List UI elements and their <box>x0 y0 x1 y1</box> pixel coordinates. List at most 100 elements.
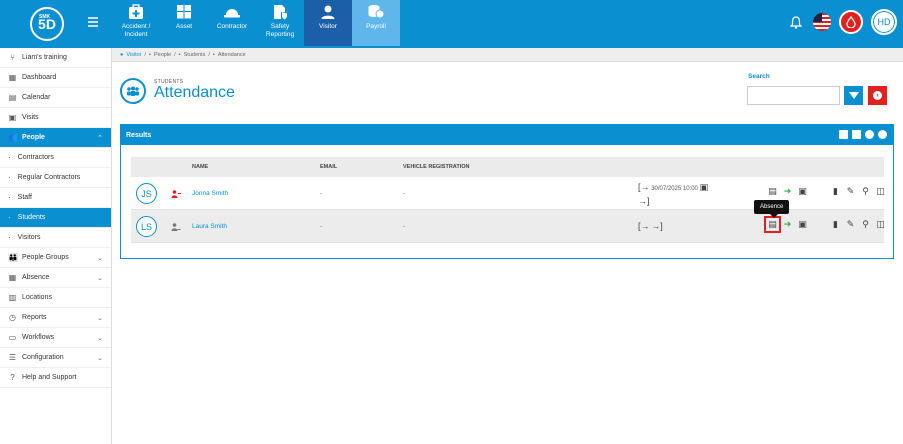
chevron-down-icon: ⌄ <box>97 314 103 322</box>
module-safety-reporting[interactable]: Safety Reporting <box>256 0 304 46</box>
menu-toggle-icon[interactable] <box>88 17 98 27</box>
sidebar-item-contractors[interactable]: · Contractors <box>0 148 111 168</box>
search-icon[interactable]: ⚲ <box>860 219 871 230</box>
first-aid-icon <box>127 3 145 21</box>
id-card-icon[interactable]: ▣ <box>797 186 808 197</box>
sign-out-icon: [→ <box>638 221 650 231</box>
sidebar-item-visits[interactable]: ▣ Visits <box>0 108 111 128</box>
delete-icon[interactable]: ▮ <box>830 186 841 197</box>
refresh-icon[interactable] <box>865 130 874 139</box>
top-bar: SMK 5D Accident / Incident Asset Contrac… <box>0 0 903 48</box>
bell-icon[interactable] <box>787 13 805 31</box>
person-signed-out-icon <box>171 223 181 233</box>
sidebar-item-label: People Groups <box>22 254 69 261</box>
table-header: NAME EMAIL VEHICLE REGISTRATION <box>131 157 884 177</box>
sidebar-item-calendar[interactable]: ▤ Calendar <box>0 88 111 108</box>
page-header: STUDENTS Attendance Search › <box>112 62 903 120</box>
bullet-icon: · <box>8 153 11 162</box>
breadcrumb-students[interactable]: Students <box>184 52 206 58</box>
student-email: - <box>320 190 323 197</box>
row-actions: ▤ ➔ ▣ ▮ ✎ ⚲ ◫ <box>764 216 886 233</box>
sidebar-item-students[interactable]: · Students <box>0 208 111 228</box>
sidebar-item-people[interactable]: 👥 People ⌃ <box>0 128 111 148</box>
sidebar-item-visitors[interactable]: · Visitors <box>0 228 111 248</box>
id-card-icon[interactable]: ▣ <box>797 219 808 230</box>
module-accident-incident[interactable]: Accident / Incident <box>112 0 160 46</box>
export-excel-icon[interactable] <box>852 130 861 139</box>
user-avatar[interactable]: HD <box>871 9 897 35</box>
chevron-down-icon: ⌄ <box>97 274 103 282</box>
sign-in-arrow-icon[interactable]: ➔ <box>782 219 793 230</box>
search-icon[interactable]: ⚲ <box>860 186 871 197</box>
student-name-link[interactable]: Laura Smith <box>192 223 227 230</box>
clear-icon: › <box>873 91 882 100</box>
student-name-link[interactable]: Jonna Smith <box>192 190 228 197</box>
column-header-name[interactable]: NAME <box>192 164 208 170</box>
module-visitor[interactable]: Visitor <box>304 0 352 46</box>
student-vehicle: - <box>403 223 406 230</box>
sidebar-item-help-support[interactable]: ? Help and Support <box>0 368 111 388</box>
breadcrumb-people[interactable]: People <box>154 52 171 58</box>
edit-icon[interactable]: ✎ <box>845 186 856 197</box>
sidebar-item-dashboard[interactable]: ▦ Dashboard <box>0 68 111 88</box>
bullet-icon: · <box>8 173 11 182</box>
sidebar-item-label: Contractors <box>17 154 54 161</box>
absence-calendar-icon[interactable]: ▤ <box>767 186 778 197</box>
avatar: LS <box>136 216 157 237</box>
export-pdf-icon[interactable] <box>839 130 848 139</box>
clear-search-button[interactable]: › <box>868 86 887 105</box>
dashboard-icon: ▦ <box>8 73 17 82</box>
edit-icon[interactable]: ✎ <box>845 219 856 230</box>
breadcrumb-separator: / <box>174 51 176 58</box>
sidebar-item-reports[interactable]: ◷ Reports ⌄ <box>0 308 111 328</box>
chevron-down-icon: ⌄ <box>97 354 103 362</box>
sidebar-item-regular-contractors[interactable]: · Regular Contractors <box>0 168 111 188</box>
hard-hat-icon <box>223 3 241 21</box>
sidebar-item-label: Workflows <box>22 334 55 341</box>
sidebar-item-locations[interactable]: ▥ Locations <box>0 288 111 308</box>
configuration-icon: ☰ <box>8 353 17 362</box>
results-tools <box>839 130 887 139</box>
column-header-email[interactable]: EMAIL <box>320 164 337 170</box>
person-icon <box>319 3 337 21</box>
delete-icon[interactable]: ▮ <box>830 219 841 230</box>
sidebar-item-configuration[interactable]: ☰ Configuration ⌄ <box>0 348 111 368</box>
us-flag-icon[interactable] <box>813 13 831 31</box>
sign-times: [→ 30/07/2025 10:00 ▣ →] <box>638 181 708 209</box>
module-contractor[interactable]: Contractor <box>208 0 256 46</box>
calendar-icon: ▤ <box>8 93 17 102</box>
search-input[interactable] <box>747 86 840 105</box>
app-logo[interactable]: SMK 5D <box>30 7 64 41</box>
boxes-icon <box>175 3 193 21</box>
sidebar-item-liams-training[interactable]: ⑂ Liam's training <box>0 48 111 68</box>
sidebar-item-absence[interactable]: ▦ Absence ⌄ <box>0 268 111 288</box>
student-vehicle: - <box>403 190 406 197</box>
sidebar-item-people-groups[interactable]: 👪 People Groups ⌄ <box>0 248 111 268</box>
column-header-vehicle[interactable]: VEHICLE REGISTRATION <box>403 164 470 170</box>
sidebar-item-label: Calendar <box>22 94 51 101</box>
module-asset[interactable]: Asset <box>160 0 208 46</box>
filter-button[interactable] <box>844 86 863 105</box>
sidebar-item-label: Configuration <box>22 354 64 361</box>
sign-in-arrow-icon[interactable]: ➔ <box>782 186 793 197</box>
module-payroll[interactable]: Payroll <box>352 0 400 46</box>
sidebar-item-workflows[interactable]: ▭ Workflows ⌄ <box>0 328 111 348</box>
columns-icon[interactable]: ◫ <box>875 186 886 197</box>
shield-report-icon <box>271 3 289 21</box>
add-icon[interactable] <box>878 130 887 139</box>
module-label: Safety Reporting <box>265 23 295 38</box>
columns-icon[interactable]: ◫ <box>875 219 886 230</box>
sidebar-item-label: Absence <box>22 274 50 281</box>
page-title: Attendance <box>154 84 235 101</box>
branch-icon: ⑂ <box>10 53 15 62</box>
emergency-drop-icon[interactable] <box>839 10 863 34</box>
person-signed-in-icon <box>171 190 181 200</box>
help-icon: ? <box>10 373 15 382</box>
absence-calendar-icon[interactable]: ▤ <box>764 216 781 233</box>
breadcrumb-visitor[interactable]: Visitor <box>126 52 141 58</box>
chevron-down-icon: ⌄ <box>97 254 103 262</box>
results-header: Results <box>121 125 893 145</box>
module-label: Asset <box>175 23 193 30</box>
people-icon: ▪ <box>149 51 151 58</box>
sidebar-item-staff[interactable]: · Staff <box>0 188 111 208</box>
